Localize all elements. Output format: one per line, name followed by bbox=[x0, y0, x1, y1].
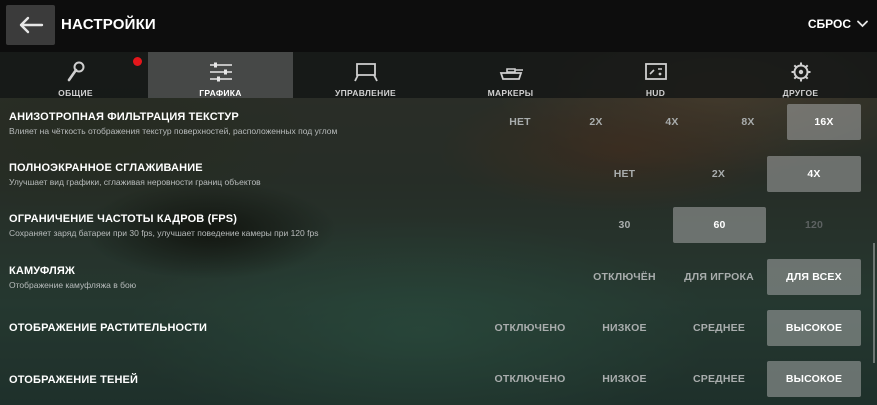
setting-description: Улучшает вид графики, сглаживая неровнос… bbox=[9, 177, 261, 187]
tab-general[interactable]: ОБЩИЕ bbox=[3, 52, 148, 98]
tab-label: ДРУГОЕ bbox=[782, 88, 819, 98]
option-fps-120: 120 bbox=[804, 219, 824, 231]
option-anisotropic-4x[interactable]: 4X bbox=[634, 104, 710, 140]
sliders-icon bbox=[209, 62, 232, 82]
option-vegetation-high[interactable]: ВЫСОКОЕ bbox=[767, 310, 861, 346]
back-button[interactable] bbox=[6, 5, 55, 45]
tab-label: ОБЩИЕ bbox=[58, 88, 93, 98]
tab-label: ГРАФИКА bbox=[199, 88, 242, 98]
tank-icon bbox=[499, 68, 523, 80]
tab-label: МАРКЕРЫ bbox=[487, 88, 534, 98]
option-antialiasing-off[interactable]: НЕТ bbox=[578, 156, 671, 192]
wrench-icon bbox=[67, 61, 84, 82]
option-anisotropic-2x[interactable]: 2X bbox=[558, 104, 634, 140]
option-shadows-medium[interactable]: СРЕДНЕЕ bbox=[672, 361, 766, 397]
option-camouflage-off[interactable]: ОТКЛЮЧЁН bbox=[578, 259, 671, 295]
chevron-down-icon bbox=[857, 20, 868, 28]
option-shadows-low[interactable]: НИЗКОЕ bbox=[578, 361, 671, 397]
option-shadows-high[interactable]: ВЫСОКОЕ bbox=[767, 361, 861, 397]
reset-label: СБРОС bbox=[807, 17, 851, 31]
setting-title: КАМУФЛЯЖ bbox=[9, 265, 75, 277]
option-anisotropic-16x[interactable]: 16X bbox=[787, 104, 861, 140]
tab-markers[interactable]: МАРКЕРЫ bbox=[438, 52, 583, 98]
setting-description: Сохраняет заряд батареи при 30 fps, улуч… bbox=[9, 228, 319, 238]
option-anisotropic-8x[interactable]: 8X bbox=[710, 104, 786, 140]
reset-dropdown[interactable]: СБРОС bbox=[808, 17, 868, 31]
setting-row-camouflage: КАМУФЛЯЖ Отображение камуфляжа в бою ОТК… bbox=[0, 258, 877, 306]
setting-row-anisotropic: АНИЗОТРОПНАЯ ФИЛЬТРАЦИЯ ТЕКСТУР Влияет н… bbox=[0, 104, 877, 152]
controls-icon bbox=[353, 63, 378, 82]
option-vegetation-medium[interactable]: СРЕДНЕЕ bbox=[672, 310, 766, 346]
arrow-left-icon bbox=[19, 16, 43, 34]
option-antialiasing-4x[interactable]: 4X bbox=[767, 156, 861, 192]
option-shadows-off[interactable]: ОТКЛЮЧЕНО bbox=[482, 361, 578, 397]
tab-label: УПРАВЛЕНИЕ bbox=[335, 88, 396, 98]
scrollbar[interactable] bbox=[873, 243, 875, 363]
setting-row-vegetation: ОТОБРАЖЕНИЕ РАСТИТЕЛЬНОСТИ ОТКЛЮЧЕНО НИЗ… bbox=[0, 309, 877, 357]
setting-title: ОТОБРАЖЕНИЕ РАСТИТЕЛЬНОСТИ bbox=[9, 322, 208, 334]
setting-row-fps-limit: ОГРАНИЧЕНИЕ ЧАСТОТЫ КАДРОВ (FPS) Сохраня… bbox=[0, 206, 877, 254]
option-fps-60[interactable]: 60 bbox=[673, 207, 766, 243]
setting-title: ОГРАНИЧЕНИЕ ЧАСТОТЫ КАДРОВ (FPS) bbox=[9, 213, 238, 225]
option-vegetation-low[interactable]: НИЗКОЕ bbox=[578, 310, 671, 346]
top-bar: НАСТРОЙКИ СБРОС bbox=[0, 0, 877, 52]
tab-graphics[interactable]: ГРАФИКА bbox=[148, 52, 293, 98]
settings-tabs: ОБЩИЕ ГРАФИКА УПРАВЛЕНИЕ МАРКЕРЫ HUD ДРУ… bbox=[0, 52, 877, 98]
option-vegetation-off[interactable]: ОТКЛЮЧЕНО bbox=[482, 310, 578, 346]
setting-description: Отображение камуфляжа в бою bbox=[9, 280, 137, 290]
tab-hud[interactable]: HUD bbox=[583, 52, 728, 98]
hud-icon bbox=[644, 63, 667, 80]
option-anisotropic-off[interactable]: НЕТ bbox=[482, 104, 558, 140]
setting-row-shadows: ОТОБРАЖЕНИЕ ТЕНЕЙ ОТКЛЮЧЕНО НИЗКОЕ СРЕДН… bbox=[0, 360, 877, 405]
option-camouflage-all[interactable]: ДЛЯ ВСЕХ bbox=[767, 259, 861, 295]
tab-controls[interactable]: УПРАВЛЕНИЕ bbox=[293, 52, 438, 98]
option-fps-30[interactable]: 30 bbox=[578, 207, 671, 243]
page-title: НАСТРОЙКИ bbox=[61, 16, 156, 33]
option-camouflage-player[interactable]: ДЛЯ ИГРОКА bbox=[672, 259, 766, 295]
gear-icon bbox=[791, 62, 810, 82]
notification-badge bbox=[133, 57, 142, 66]
setting-title: АНИЗОТРОПНАЯ ФИЛЬТРАЦИЯ ТЕКСТУР bbox=[9, 111, 239, 123]
tab-label: HUD bbox=[645, 88, 666, 98]
setting-title: ПОЛНОЭКРАННОЕ СГЛАЖИВАНИЕ bbox=[9, 162, 203, 174]
option-antialiasing-2x[interactable]: 2X bbox=[672, 156, 765, 192]
setting-title: ОТОБРАЖЕНИЕ ТЕНЕЙ bbox=[9, 374, 139, 386]
tab-other[interactable]: ДРУГОЕ bbox=[728, 52, 873, 98]
setting-description: Влияет на чёткость отображения текстур п… bbox=[9, 126, 338, 136]
setting-row-antialiasing: ПОЛНОЭКРАННОЕ СГЛАЖИВАНИЕ Улучшает вид г… bbox=[0, 155, 877, 203]
